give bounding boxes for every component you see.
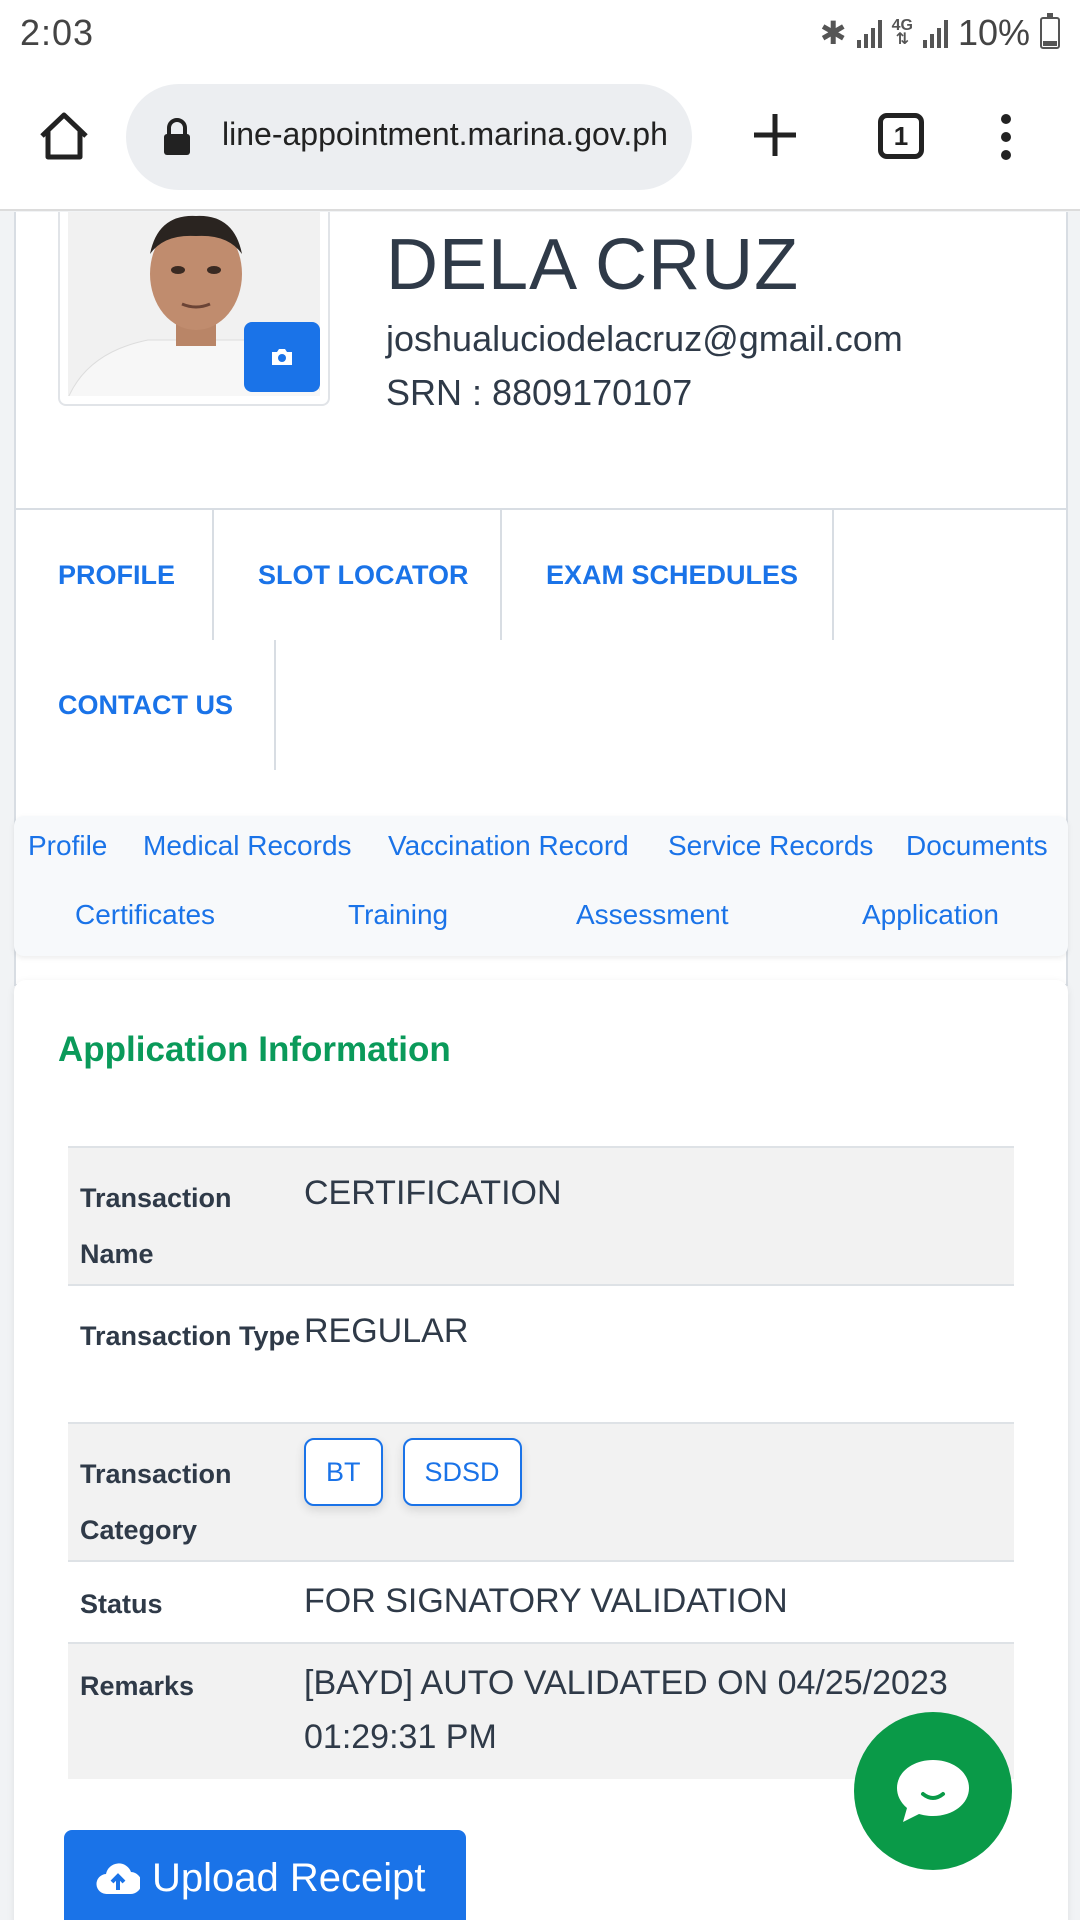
table-row: Transaction Category BT SDSD [68,1422,1014,1561]
application-table: Transaction Name CERTIFICATION Transacti… [68,1146,1014,1779]
sub-tabs: Profile Medical Records Vaccination Reco… [14,816,1068,956]
tab-assessment[interactable]: Assessment [576,899,729,931]
address-bar[interactable]: line-appointment.marina.gov.ph [126,84,692,190]
tab-application[interactable]: Application [862,899,999,931]
profile-srn: SRN : 8809170107 [386,372,693,413]
row-key: Status [68,1560,304,1643]
row-value: BT SDSD [304,1422,1014,1561]
row-value: CERTIFICATION [304,1146,1014,1285]
tab-medical-records[interactable]: Medical Records [143,830,352,862]
page-content: DELA CRUZ joshualuciodelacruz@gmail.com … [0,212,1080,1920]
tab-certificates[interactable]: Certificates [75,899,215,931]
camera-icon [272,349,292,365]
row-key: Transaction Name [68,1146,304,1285]
tab-training[interactable]: Training [348,899,448,931]
main-nav-row: PROFILE SLOT LOCATOR EXAM SCHEDULES [14,508,1068,640]
section-title: Application Information [58,1030,451,1069]
bluetooth-icon: ✱ [819,15,847,51]
main-nav-row: CONTACT US [14,640,276,770]
status-bar: 2:03 ✱ 4G ⇅ 10% [0,0,1080,66]
chat-button[interactable] [854,1712,1012,1870]
signal-icon [856,18,882,48]
chat-bubble-icon [897,1760,969,1822]
row-key: Transaction Type [68,1284,304,1423]
network-type-icon: 4G ⇅ [891,17,913,48]
row-key: Remarks [68,1642,304,1779]
home-icon[interactable] [38,110,90,162]
url-text: line-appointment.marina.gov.ph [222,116,668,152]
profile-photo-frame [58,212,330,406]
signal-icon-2 [922,18,948,48]
status-time: 2:03 [20,12,95,53]
category-chip-sdsd[interactable]: SDSD [402,1438,522,1506]
tab-vaccination-record[interactable]: Vaccination Record [388,830,629,862]
cloud-upload-icon [96,1863,140,1895]
browser-toolbar: line-appointment.marina.gov.ph 1 [0,66,1080,211]
upload-receipt-button[interactable]: Upload Receipt [64,1830,466,1920]
nav-slot-locator[interactable]: SLOT LOCATOR [214,510,502,640]
tab-switcher-button[interactable]: 1 [878,113,924,159]
tab-profile[interactable]: Profile [28,830,107,862]
tab-service-records[interactable]: Service Records [668,830,873,862]
change-photo-button[interactable] [244,322,320,392]
profile-name: DELA CRUZ [386,225,800,305]
table-row: Status FOR SIGNATORY VALIDATION [68,1560,1014,1643]
table-row: Transaction Name CERTIFICATION [68,1146,1014,1285]
row-value: REGULAR [304,1284,1014,1423]
battery-icon [1040,13,1060,49]
nav-exam-schedules[interactable]: EXAM SCHEDULES [502,510,834,640]
table-row: Transaction Type REGULAR [68,1284,1014,1423]
row-key: Transaction Category [68,1422,304,1561]
profile-email: joshualuciodelacruz@gmail.com [386,318,903,359]
nav-profile[interactable]: PROFILE [14,510,214,640]
nav-contact-us[interactable]: CONTACT US [14,640,276,770]
category-chip-bt[interactable]: BT [304,1438,383,1506]
status-icons: ✱ 4G ⇅ 10% [820,12,1060,54]
new-tab-icon[interactable] [752,112,798,158]
upload-receipt-label: Upload Receipt [152,1856,426,1900]
row-value: FOR SIGNATORY VALIDATION [304,1560,1014,1643]
battery-percent: 10% [957,12,1030,53]
more-menu-icon[interactable] [996,112,1016,162]
tab-documents[interactable]: Documents [906,830,1048,862]
lock-icon [164,118,190,155]
